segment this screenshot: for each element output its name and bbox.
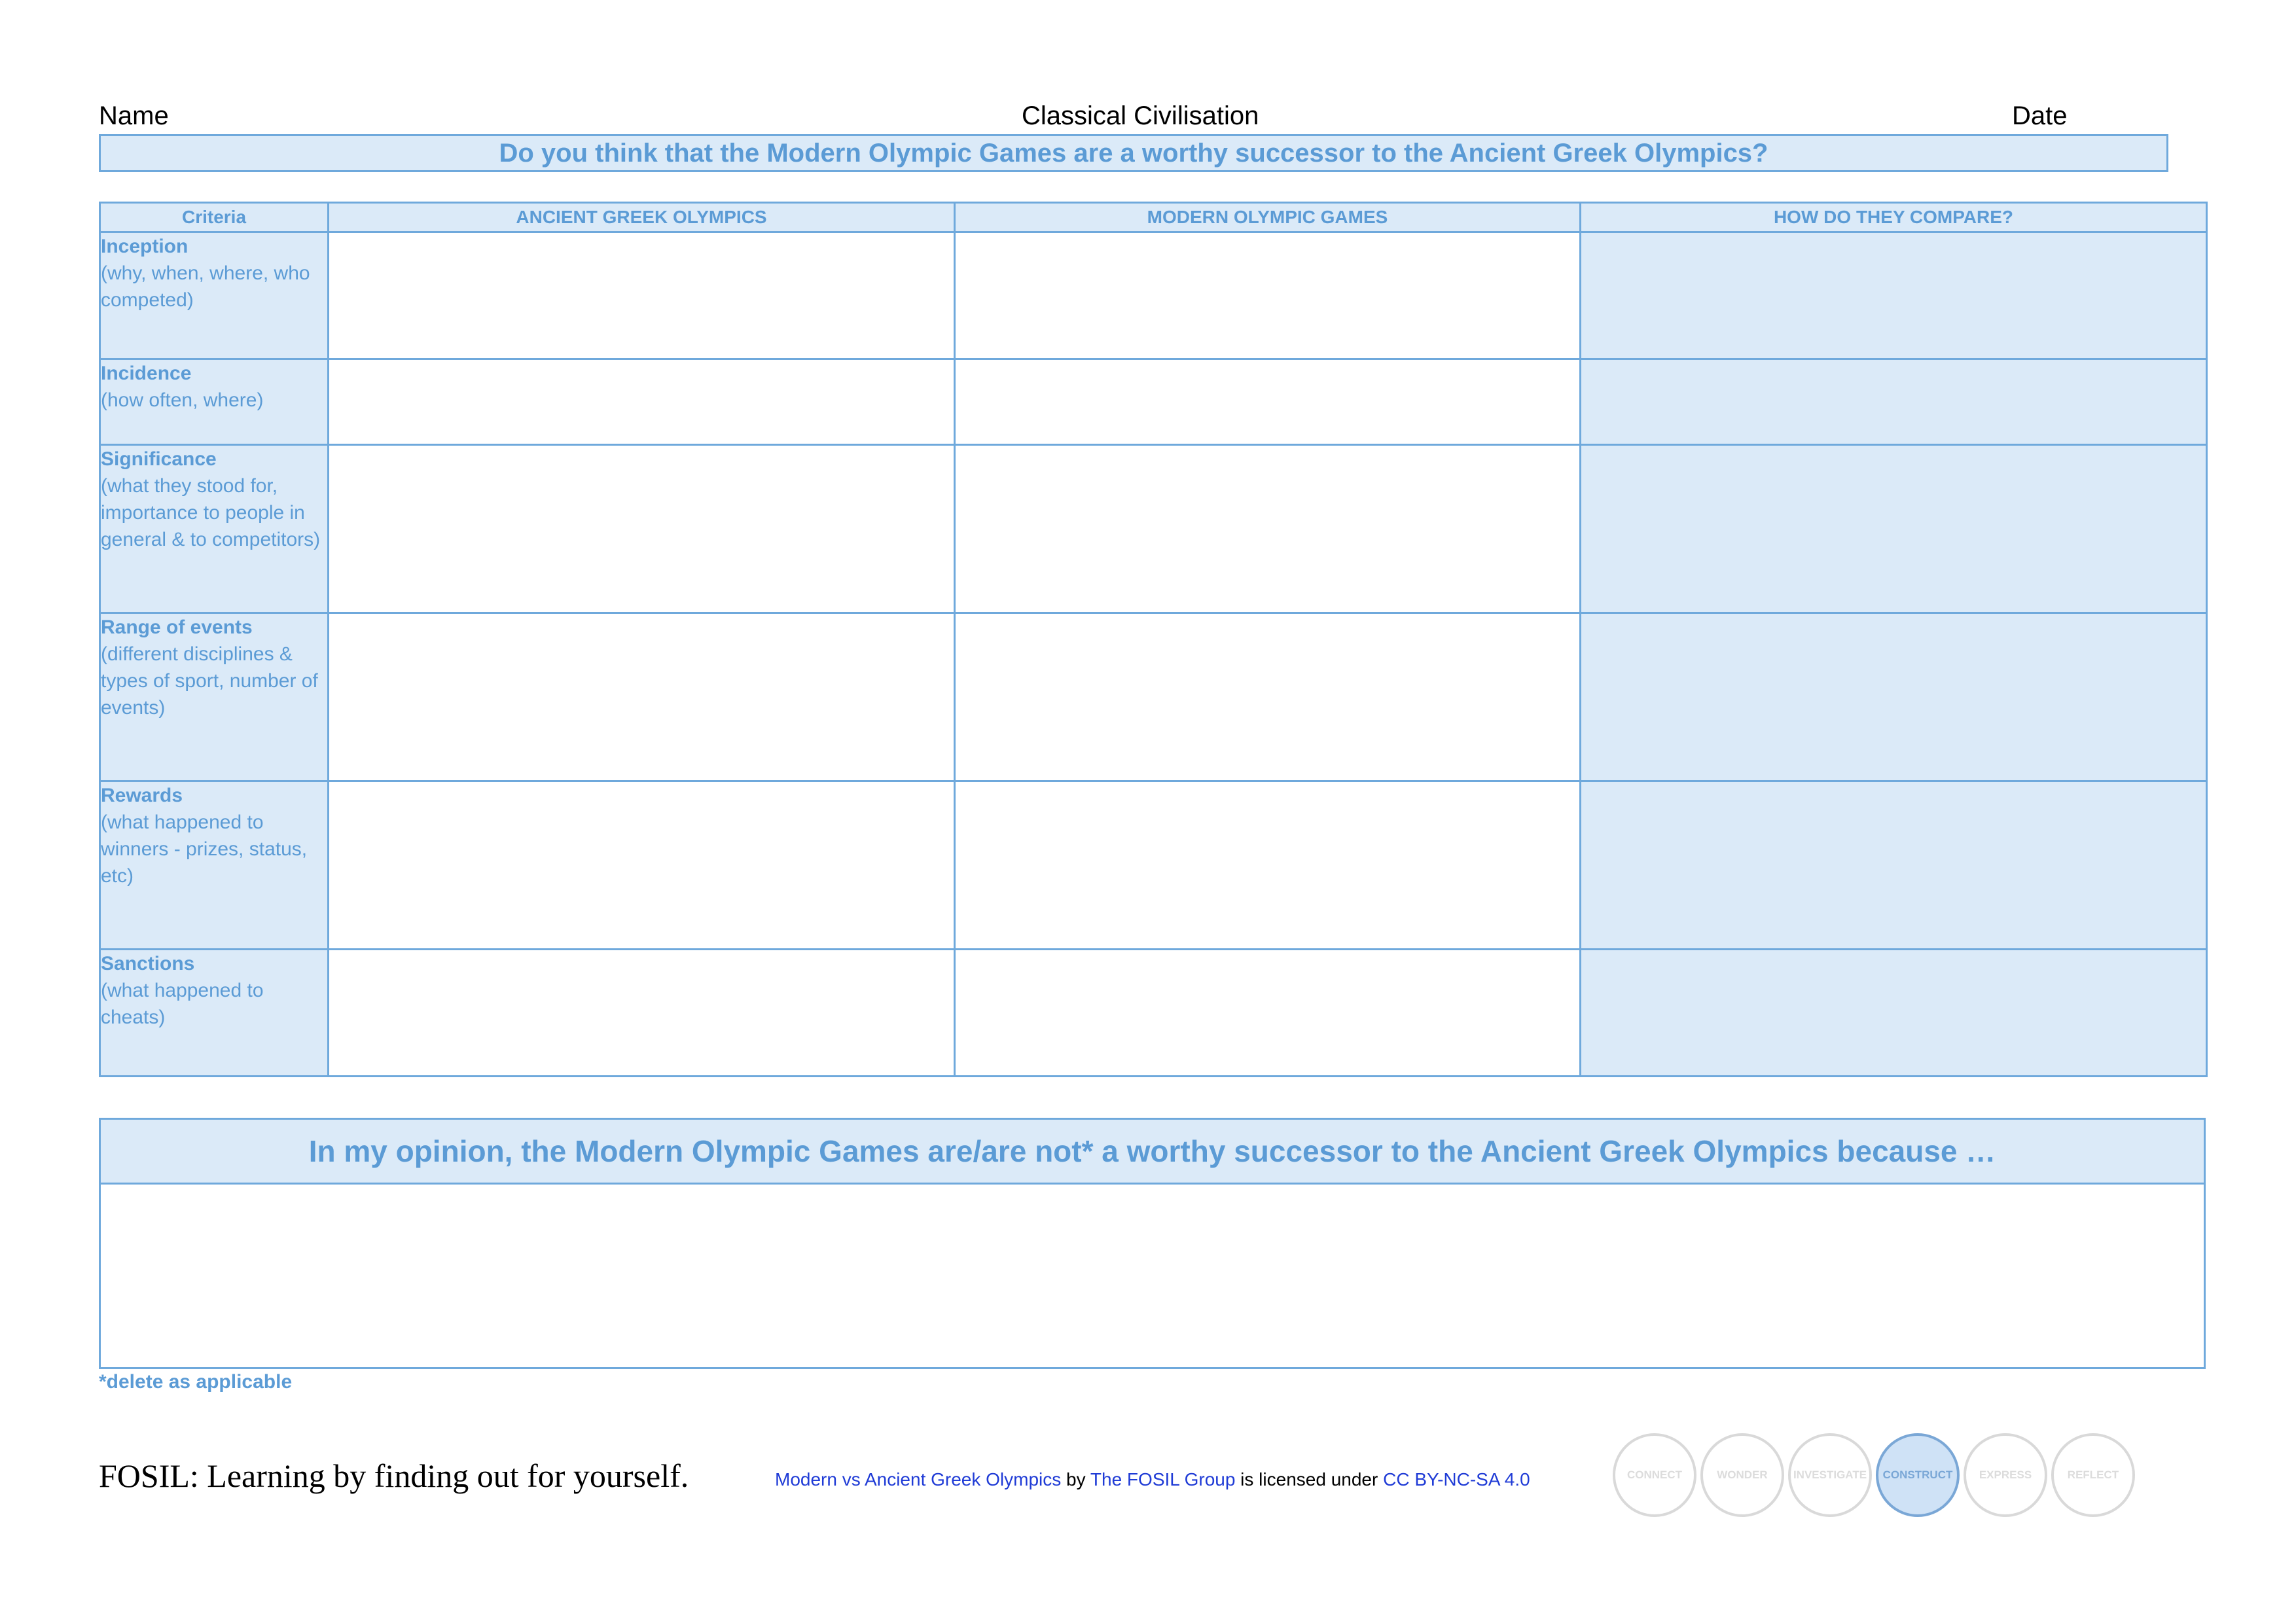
- ancient-cell[interactable]: [327, 779, 956, 950]
- ancient-cell[interactable]: [327, 357, 956, 446]
- criteria-detail: (why, when, where, who competed): [101, 262, 310, 311]
- modern-cell[interactable]: [954, 443, 1581, 614]
- stage-reflect: REFLECT: [2051, 1433, 2135, 1517]
- criteria-cell: Sanctions (what happened to cheats): [99, 948, 329, 1078]
- criteria-title: Range of events: [101, 616, 253, 638]
- modern-cell[interactable]: [954, 779, 1581, 950]
- table-row: Range of events (different disciplines &…: [99, 611, 2208, 782]
- criteria-detail: (what happened to cheats): [101, 979, 264, 1028]
- col-header-ancient: ANCIENT GREEK OLYMPICS: [327, 202, 956, 233]
- opinion-answer-area[interactable]: [101, 1185, 2204, 1368]
- compare-cell[interactable]: [1579, 611, 2208, 782]
- modern-cell[interactable]: [954, 357, 1581, 446]
- compare-cell[interactable]: [1579, 231, 2208, 360]
- subject-title: Classical Civilisation: [1022, 101, 1259, 130]
- criteria-detail: (what happened to winners - prizes, stat…: [101, 811, 308, 887]
- criteria-detail: (what they stood for, importance to peop…: [101, 474, 321, 550]
- name-label: Name: [99, 101, 169, 130]
- stage-wonder: WONDER: [1700, 1433, 1784, 1517]
- date-label: Date: [2012, 101, 2068, 130]
- compare-cell[interactable]: [1579, 357, 2208, 446]
- col-header-criteria: Criteria: [99, 202, 329, 233]
- by-text: by: [1061, 1469, 1090, 1489]
- stage-investigate: INVESTIGATE: [1788, 1433, 1872, 1517]
- criteria-title: Incidence: [101, 362, 192, 384]
- criteria-cell: Significance (what they stood for, impor…: [99, 443, 329, 614]
- licensed-text: is licensed under: [1235, 1469, 1384, 1489]
- table-row: Sanctions (what happened to cheats): [99, 948, 2208, 1078]
- question-banner: Do you think that the Modern Olympic Gam…: [99, 134, 2168, 172]
- criteria-title: Significance: [101, 448, 217, 470]
- license-link[interactable]: CC BY-NC-SA 4.0: [1383, 1469, 1530, 1489]
- table-row: Incidence (how often, where): [99, 357, 2208, 446]
- fosil-tagline: FOSIL: Learning by finding out for yours…: [99, 1457, 689, 1494]
- criteria-cell: Inception (why, when, where, who compete…: [99, 231, 329, 360]
- compare-cell[interactable]: [1579, 779, 2208, 950]
- opinion-box: In my opinion, the Modern Olympic Games …: [99, 1118, 2206, 1369]
- stage-construct: CONSTRUCT: [1876, 1433, 1960, 1517]
- ancient-cell[interactable]: [327, 611, 956, 782]
- ancient-cell[interactable]: [327, 948, 956, 1078]
- col-header-modern: MODERN OLYMPIC GAMES: [954, 202, 1581, 233]
- stage-connect: CONNECT: [1613, 1433, 1696, 1517]
- work-link[interactable]: Modern vs Ancient Greek Olympics: [775, 1469, 1061, 1489]
- criteria-title: Sanctions: [101, 952, 195, 974]
- header-line: Name Classical Civilisation Date: [99, 98, 2081, 134]
- modern-cell[interactable]: [954, 231, 1581, 360]
- table-row: Inception (why, when, where, who compete…: [99, 231, 2208, 360]
- modern-cell[interactable]: [954, 611, 1581, 782]
- ancient-cell[interactable]: [327, 443, 956, 614]
- delete-note: *delete as applicable: [99, 1371, 293, 1393]
- fosil-stages: CONNECT WONDER INVESTIGATE CONSTRUCT EXP…: [1613, 1433, 2140, 1521]
- modern-cell[interactable]: [954, 948, 1581, 1078]
- comparison-table: Criteria ANCIENT GREEK OLYMPICS MODERN O…: [99, 202, 2208, 1078]
- ancient-cell[interactable]: [327, 231, 956, 360]
- criteria-detail: (different disciplines & types of sport,…: [101, 643, 318, 719]
- table-header-row: Criteria ANCIENT GREEK OLYMPICS MODERN O…: [99, 202, 2208, 233]
- criteria-title: Rewards: [101, 784, 183, 806]
- table-row: Significance (what they stood for, impor…: [99, 443, 2208, 614]
- license-line: Modern vs Ancient Greek Olympics by The …: [775, 1469, 1530, 1490]
- compare-cell[interactable]: [1579, 948, 2208, 1078]
- table-row: Rewards (what happened to winners - priz…: [99, 779, 2208, 950]
- criteria-cell: Range of events (different disciplines &…: [99, 611, 329, 782]
- criteria-detail: (how often, where): [101, 389, 264, 411]
- author-link[interactable]: The FOSIL Group: [1090, 1469, 1236, 1489]
- criteria-cell: Incidence (how often, where): [99, 357, 329, 446]
- opinion-heading: In my opinion, the Modern Olympic Games …: [101, 1120, 2204, 1185]
- criteria-title: Inception: [101, 236, 188, 257]
- stage-express: EXPRESS: [1964, 1433, 2047, 1517]
- col-header-compare: HOW DO THEY COMPARE?: [1579, 202, 2208, 233]
- compare-cell[interactable]: [1579, 443, 2208, 614]
- criteria-cell: Rewards (what happened to winners - priz…: [99, 779, 329, 950]
